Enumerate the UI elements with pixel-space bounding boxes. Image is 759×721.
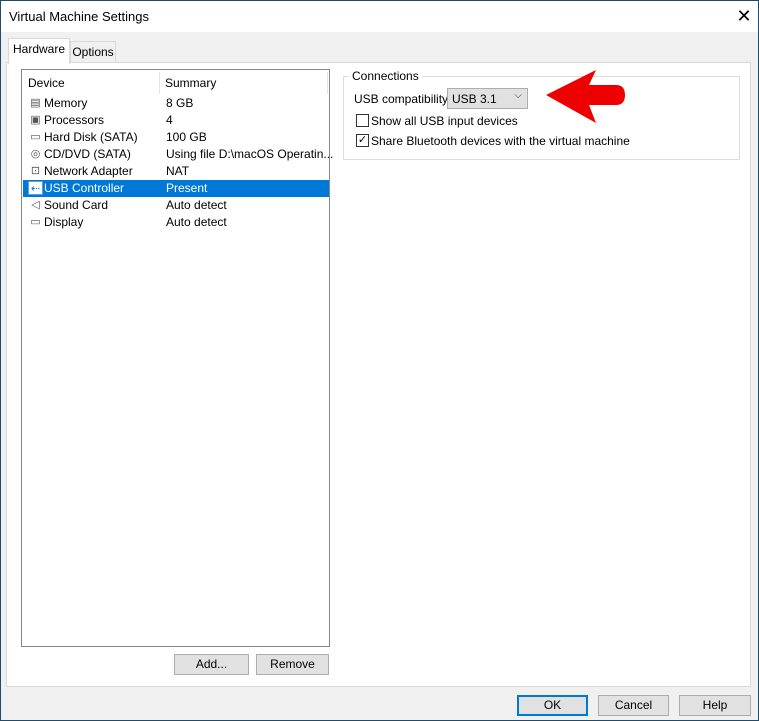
device-name: Sound Card <box>44 198 109 212</box>
usb-icon: ⇠ <box>28 181 43 195</box>
network-adapter-icon: ⊡ <box>30 165 41 177</box>
add-button[interactable]: Add... <box>174 654 249 675</box>
cd-dvd-icon: ◎ <box>30 148 41 160</box>
red-arrow-annotation <box>546 70 625 123</box>
device-row[interactable]: ⊡ Network Adapter NAT <box>23 163 329 180</box>
ok-button[interactable]: OK <box>517 695 588 716</box>
device-name: Processors <box>44 113 105 127</box>
cancel-button[interactable]: Cancel <box>598 695 669 716</box>
device-name: Display <box>44 215 84 229</box>
tab-hardware[interactable]: Hardware <box>8 38 70 64</box>
usb-compatibility-dropdown[interactable]: USB 3.1 ⌵ <box>447 88 528 109</box>
device-row[interactable]: ▣ Processors 4 <box>23 112 329 129</box>
device-name: Memory <box>44 96 88 110</box>
device-name: Hard Disk (SATA) <box>44 130 138 144</box>
show-all-usb-checkbox[interactable] <box>356 114 369 127</box>
usb-compatibility-value: USB 3.1 <box>452 92 497 106</box>
device-row[interactable]: ◎ CD/DVD (SATA) Using file D:\macOS Operat… <box>23 146 334 163</box>
device-name: Network Adapter <box>44 164 133 178</box>
device-row[interactable]: ▭ Hard Disk (SATA) 100 GB <box>23 129 329 146</box>
arrow-shape <box>546 70 625 123</box>
window-title: Virtual Machine Settings <box>9 9 149 24</box>
show-all-usb-label[interactable]: Show all USB input devices <box>371 114 518 128</box>
remove-button[interactable]: Remove <box>256 654 329 675</box>
device-summary: 8 GB <box>166 96 194 110</box>
device-row[interactable]: ▭ Display Auto detect <box>23 214 329 231</box>
device-name: USB Controller <box>44 181 125 195</box>
device-list[interactable]: Device Summary ▤ Memory 8 GB ▣ Processors 4 ▭ H… <box>21 69 334 647</box>
monitor-icon: ▭ <box>30 216 41 228</box>
close-icon[interactable]: ✕ <box>734 5 754 27</box>
device-row[interactable]: ⇠ USB Controller Present <box>23 180 329 197</box>
help-button[interactable]: Help <box>679 695 751 716</box>
connections-group-label: Connections <box>349 69 422 83</box>
share-bluetooth-checkbox[interactable]: ✓ <box>356 134 369 147</box>
device-summary: Auto detect <box>166 215 227 229</box>
device-summary: Present <box>166 181 208 195</box>
device-name: CD/DVD (SATA) <box>44 147 131 161</box>
device-summary: Using file D:\macOS Operatin... <box>166 147 334 161</box>
usb-compatibility-label: USB compatibility: <box>354 92 452 106</box>
device-summary: 100 GB <box>166 130 207 144</box>
column-header-device[interactable]: Device <box>28 76 65 90</box>
column-divider[interactable] <box>327 72 328 94</box>
column-header-summary[interactable]: Summary <box>165 76 216 90</box>
tab-options[interactable]: Options <box>70 41 116 62</box>
device-row[interactable]: ◁ Sound Card Auto detect <box>23 197 329 214</box>
speaker-icon: ◁ <box>31 199 40 211</box>
device-row[interactable]: ▤ Memory 8 GB <box>23 95 329 112</box>
chevron-down-icon: ⌵ <box>514 90 522 101</box>
share-bluetooth-label[interactable]: Share Bluetooth devices with the virtual… <box>371 134 630 148</box>
hard-disk-icon: ▭ <box>30 131 41 143</box>
processor-icon: ▣ <box>30 114 41 126</box>
device-summary: NAT <box>166 164 190 178</box>
checkmark-icon: ✓ <box>357 134 368 146</box>
device-summary: Auto detect <box>166 198 227 212</box>
column-divider[interactable] <box>159 72 160 94</box>
memory-icon: ▤ <box>30 97 41 109</box>
device-summary: 4 <box>166 113 173 127</box>
